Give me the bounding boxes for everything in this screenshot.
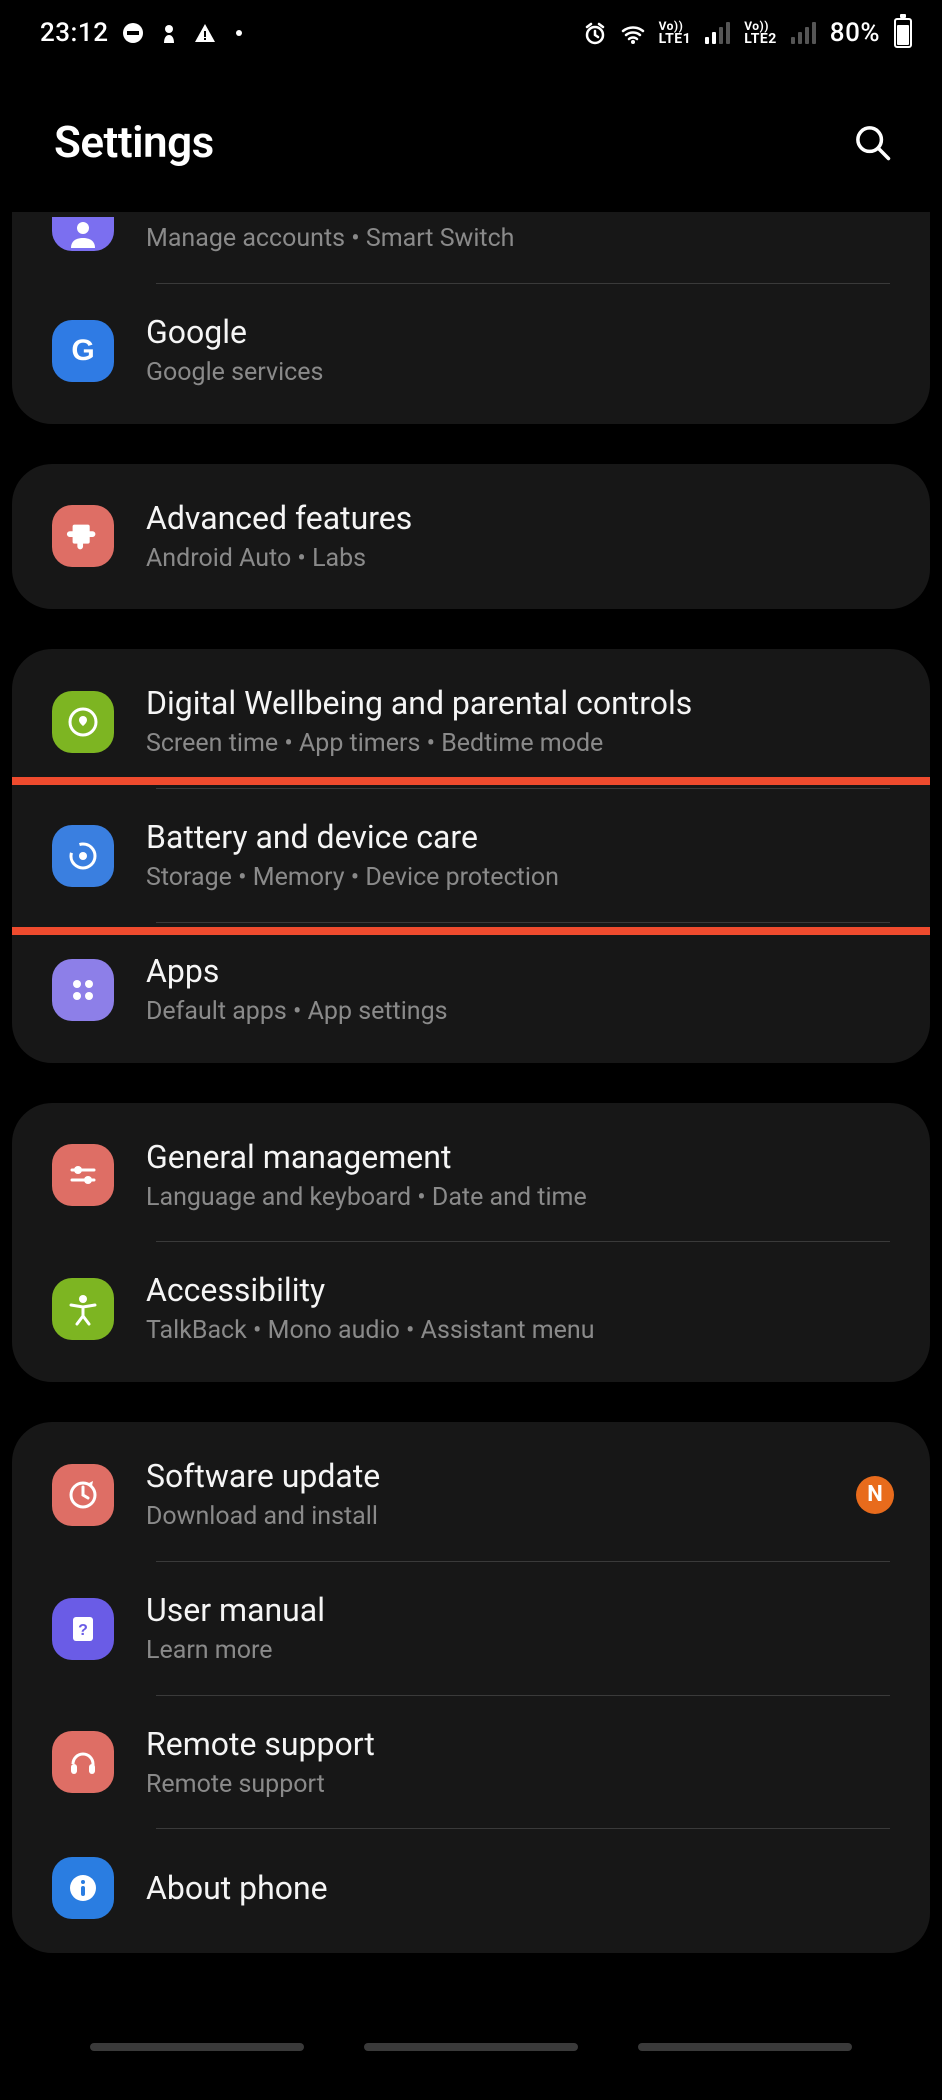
general-group: General management Language and keyboard … (12, 1103, 930, 1383)
settings-row-user-manual[interactable]: User manual Learn more (12, 1562, 930, 1696)
dnd-icon (122, 22, 144, 44)
row-text: Battery and device care Storage • Memory … (146, 817, 894, 895)
page-header: Settings (0, 62, 942, 212)
google-icon (52, 320, 114, 382)
settings-row-digital-wellbeing[interactable]: Digital Wellbeing and parental controls S… (12, 655, 930, 789)
settings-row-google[interactable]: Google Google services (12, 284, 930, 418)
row-title: User manual (146, 1590, 894, 1630)
row-text: User manual Learn more (146, 1590, 894, 1668)
row-subtitle: Learn more (146, 1634, 894, 1668)
update-icon (52, 1464, 114, 1526)
row-subtitle: Default apps • App settings (146, 995, 894, 1029)
settings-row-battery-device-care[interactable]: Battery and device care Storage • Memory … (12, 789, 930, 923)
child-icon (158, 21, 180, 45)
alarm-icon (583, 21, 607, 45)
warning-icon (194, 22, 216, 44)
row-text: Software update Download and install (146, 1456, 824, 1534)
headset-icon (52, 1731, 114, 1793)
status-time: 23:12 (40, 18, 108, 48)
row-subtitle: Language and keyboard • Date and time (146, 1181, 894, 1215)
row-text: Apps Default apps • App settings (146, 951, 894, 1029)
battery-percent: 80% (830, 18, 880, 48)
row-title: Remote support (146, 1724, 894, 1764)
row-subtitle: Manage accounts • Smart Switch (146, 222, 894, 256)
manual-icon (52, 1598, 114, 1660)
settings-row-advanced-features[interactable]: Advanced features Android Auto • Labs (12, 470, 930, 604)
settings-row-accessibility[interactable]: Accessibility TalkBack • Mono audio • Ass… (12, 1242, 930, 1376)
person-icon (52, 217, 114, 251)
row-title: General management (146, 1137, 894, 1177)
settings-row-general-management[interactable]: General management Language and keyboard … (12, 1109, 930, 1243)
status-bar: 23:12 Vo)) LTE1 Vo)) LTE2 80% (0, 0, 942, 62)
more-notifications-dot (236, 30, 242, 36)
settings-row-apps[interactable]: Apps Default apps • App settings (12, 923, 930, 1057)
row-subtitle: Android Auto • Labs (146, 542, 894, 576)
settings-row-software-update[interactable]: Software update Download and install N (12, 1428, 930, 1562)
row-text: Advanced features Android Auto • Labs (146, 498, 894, 576)
row-subtitle: Download and install (146, 1500, 824, 1534)
settings-row-about-phone[interactable]: About phone (12, 1829, 930, 1947)
system-nav-bar (0, 2033, 942, 2057)
settings-row-remote-support[interactable]: Remote support Remote support (12, 1696, 930, 1830)
row-subtitle: Remote support (146, 1768, 894, 1802)
row-text: About phone (146, 1868, 894, 1908)
sliders-icon (52, 1144, 114, 1206)
info-icon (52, 1857, 114, 1919)
puzzle-icon (52, 505, 114, 567)
row-subtitle: Screen time • App timers • Bedtime mode (146, 727, 894, 761)
row-text: Digital Wellbeing and parental controls S… (146, 683, 894, 761)
sim2-indicator: Vo)) LTE2 (744, 20, 777, 46)
wellbeing-icon (52, 691, 114, 753)
search-button[interactable] (846, 116, 898, 168)
row-title: Apps (146, 951, 894, 991)
row-subtitle: Storage • Memory • Device protection (146, 861, 894, 895)
signal-bars-2 (791, 22, 816, 44)
settings-list[interactable]: Manage accounts • Smart SwitchGoogleGoog… (0, 212, 942, 2033)
row-text: Manage accounts • Smart Switch (146, 218, 894, 256)
apps-icon (52, 959, 114, 1021)
battery-icon (894, 18, 912, 48)
accessibility-icon (52, 1278, 114, 1340)
row-text: Accessibility TalkBack • Mono audio • Ass… (146, 1270, 894, 1348)
care-icon (52, 825, 114, 887)
page-title: Settings (54, 116, 214, 168)
row-title: Google (146, 312, 894, 352)
row-title: About phone (146, 1868, 894, 1908)
accounts-group: Manage accounts • Smart SwitchGoogleGoog… (12, 212, 930, 424)
notification-badge: N (856, 1476, 894, 1514)
row-title: Software update (146, 1456, 824, 1496)
nav-recents[interactable] (90, 2043, 304, 2051)
row-text: Remote support Remote support (146, 1724, 894, 1802)
sim1-indicator: Vo)) LTE1 (659, 20, 692, 46)
signal-bars-1 (705, 22, 730, 44)
wellbeing-group: Digital Wellbeing and parental controls S… (12, 649, 930, 1062)
advanced-group: Advanced features Android Auto • Labs (12, 464, 930, 610)
wifi-icon (621, 21, 645, 45)
row-title: Digital Wellbeing and parental controls (146, 683, 894, 723)
settings-row-accounts[interactable]: Manage accounts • Smart Switch (12, 218, 930, 284)
nav-home[interactable] (364, 2043, 578, 2051)
about-group: Software update Download and install N User… (12, 1422, 930, 1953)
row-title: Accessibility (146, 1270, 894, 1310)
row-subtitle: Google services (146, 356, 894, 390)
row-text: Google Google services (146, 312, 894, 390)
search-icon (852, 122, 892, 162)
row-title: Battery and device care (146, 817, 894, 857)
row-subtitle: TalkBack • Mono audio • Assistant menu (146, 1314, 894, 1348)
row-title: Advanced features (146, 498, 894, 538)
nav-back[interactable] (638, 2043, 852, 2051)
row-text: General management Language and keyboard … (146, 1137, 894, 1215)
